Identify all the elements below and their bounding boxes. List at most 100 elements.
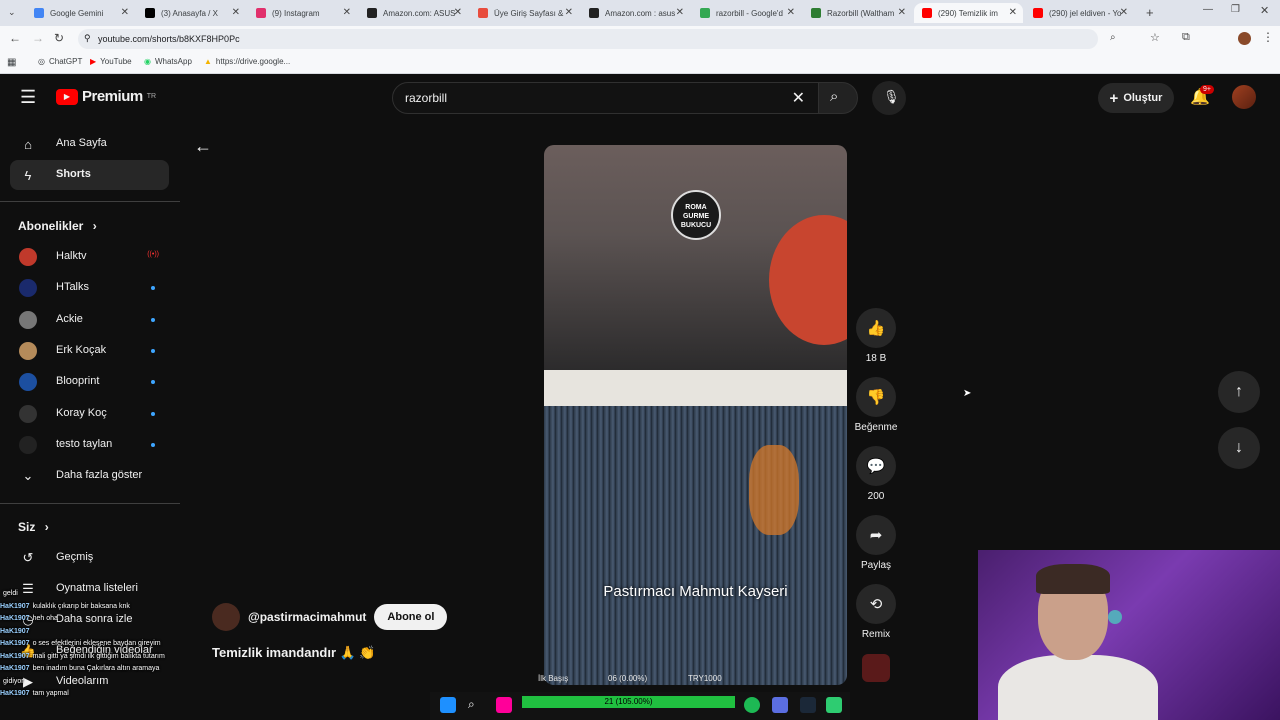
tab-favicon-icon	[922, 8, 932, 18]
sidebar-subscription[interactable]: Ackie	[10, 305, 169, 335]
sound-thumbnail[interactable]	[862, 654, 890, 682]
browser-tab[interactable]: Amazon.com: ASUS ✕	[359, 3, 468, 23]
new-content-dot	[151, 380, 155, 385]
close-tab-icon[interactable]: ✕	[898, 7, 906, 18]
zoom-icon[interactable]: ⌕	[1110, 32, 1116, 43]
webcam-hair	[1036, 564, 1110, 594]
close-tab-icon[interactable]: ✕	[676, 7, 684, 18]
subscriptions-heading[interactable]: Abonelikler ›	[18, 219, 97, 233]
you-heading[interactable]: Siz ›	[18, 520, 49, 534]
reload-icon[interactable]: ↻	[54, 31, 64, 45]
back-icon[interactable]: ←	[9, 31, 21, 45]
close-window-button[interactable]: ✕	[1260, 4, 1269, 17]
sidebar-subscription[interactable]: Erk Koçak	[10, 336, 169, 366]
xbox-icon[interactable]	[826, 697, 842, 713]
browser-tab[interactable]: (290) jel eldiven - Yo ✕	[1025, 3, 1134, 23]
back-arrow-icon[interactable]: ←	[194, 136, 212, 157]
avatar	[19, 404, 37, 423]
forward-icon[interactable]: →	[32, 31, 44, 45]
close-tab-icon[interactable]: ✕	[565, 7, 573, 18]
tab-title: (290) jel eldiven - Yo	[1049, 8, 1122, 18]
clear-search-icon[interactable]: ✕	[792, 88, 805, 108]
subscription-name: Ackie	[56, 312, 83, 325]
close-tab-icon[interactable]: ✕	[1120, 7, 1128, 18]
channel-avatar	[19, 404, 37, 423]
remix-button[interactable]: ⟲ Remix	[853, 584, 899, 640]
close-tab-icon[interactable]: ✕	[454, 7, 462, 18]
share-button[interactable]: ➦ Paylaş	[853, 515, 899, 571]
close-tab-icon[interactable]: ✕	[787, 7, 795, 18]
close-tab-icon[interactable]: ✕	[343, 7, 351, 18]
sidebar-subscription[interactable]: testo taylan	[10, 430, 169, 460]
arrow-down-icon: ↓	[1235, 439, 1243, 456]
close-tab-icon[interactable]: ✕	[121, 7, 129, 18]
url-text: youtube.com/shorts/b8KXF8HP0Pc	[98, 34, 240, 44]
sidebar-item-shorts[interactable]: ϟ Shorts	[10, 160, 169, 190]
sidebar-subscription[interactable]: Blooprint	[10, 367, 169, 397]
bookmark-chatgpt[interactable]: ◎ ChatGPT	[38, 57, 82, 66]
chat-username: HaK1907	[0, 665, 30, 672]
overlay-stat-mid: 06 (0.00%)	[608, 674, 648, 683]
share-icon: ➦	[856, 515, 896, 555]
hamburger-menu-icon[interactable]: ☰	[20, 87, 36, 108]
maximize-button[interactable]: ❐	[1231, 4, 1240, 15]
bookmark-whatsapp[interactable]: ◉ WhatsApp	[144, 57, 192, 66]
shorts-video-player[interactable]: ROMA GURME BUKUCU Pastırmacı Mahmut Kays…	[544, 145, 847, 685]
notifications-button[interactable]: 🔔 9+	[1190, 85, 1214, 107]
spotify-icon[interactable]	[744, 697, 760, 713]
minimize-button[interactable]: —	[1203, 4, 1213, 15]
search-icon[interactable]: ⌕	[468, 697, 484, 713]
profile-avatar[interactable]	[1238, 32, 1251, 45]
bookmark-youtube[interactable]: ▶ YouTube	[90, 57, 132, 66]
browser-tab[interactable]: Amazon.com : asus ✕	[581, 3, 690, 23]
close-tab-icon[interactable]: ✕	[232, 7, 240, 18]
channel-avatar[interactable]	[212, 603, 240, 631]
close-tab-icon[interactable]: ✕	[1009, 7, 1017, 18]
url-field[interactable]: ⚲ youtube.com/shorts/b8KXF8HP0Pc	[78, 29, 1098, 49]
show-more-button[interactable]: ⌄ Daha fazla göster	[10, 461, 169, 491]
bookmarks-bar: ▦ ◎ ChatGPT ▶ YouTube ◉ WhatsApp ▲ https://d…	[0, 52, 1280, 74]
previous-short-button[interactable]: ↑	[1218, 371, 1260, 413]
browser-tab[interactable]: Razorbill (Waltham ✕	[803, 3, 912, 23]
bookmark-star-icon[interactable]: ☆	[1150, 31, 1160, 44]
windows-start-icon[interactable]	[440, 697, 456, 713]
subscribe-button[interactable]: Abone ol	[374, 604, 448, 630]
subscription-name: Blooprint	[56, 375, 100, 388]
account-avatar[interactable]	[1232, 85, 1256, 109]
browser-tab[interactable]: razorbill - Google'd ✕	[692, 3, 801, 23]
like-button[interactable]: 👍 18 B	[853, 308, 899, 364]
browser-tab[interactable]: (290) Temizlik im ✕	[914, 3, 1023, 23]
dislike-button[interactable]: 👎 Beğenme	[853, 377, 899, 433]
sidebar-item-history[interactable]: ↺ Geçmiş	[10, 543, 169, 573]
copilot-icon[interactable]	[496, 697, 512, 713]
browser-tab[interactable]: Üye Giriş Sayfası & ✕	[470, 3, 579, 23]
browser-tab[interactable]: Google Gemini ✕	[26, 3, 135, 23]
youtube-logo[interactable]: ▶ Premium TR	[56, 88, 156, 105]
chat-text: heh oha	[32, 615, 58, 622]
channel-name[interactable]: @pastirmacimahmut	[248, 610, 366, 624]
voice-search-button[interactable]: 🎙	[872, 81, 906, 115]
chat-username: HaK1907	[0, 640, 30, 647]
new-tab-button[interactable]: +	[1146, 5, 1154, 20]
next-short-button[interactable]: ↓	[1218, 427, 1260, 469]
browser-tab[interactable]: (3) Anasayfa / X ✕	[137, 3, 246, 23]
steam-icon[interactable]	[800, 697, 816, 713]
browser-tab[interactable]: (9) Instagram ✕	[248, 3, 357, 23]
tab-favicon-icon	[367, 8, 377, 18]
create-button[interactable]: + Oluştur	[1098, 83, 1174, 113]
search-input[interactable]: razorbill ✕	[392, 82, 820, 114]
site-info-icon[interactable]: ⚲	[84, 33, 91, 44]
sidebar-subscription[interactable]: Halktv ((•))	[10, 242, 169, 272]
extensions-icon[interactable]: ⧉	[1182, 31, 1190, 44]
chat-username: HaK1907	[0, 652, 30, 660]
comments-button[interactable]: 💬 200	[853, 446, 899, 502]
sidebar-subscription[interactable]: Koray Koç	[10, 399, 169, 429]
browser-menu-icon[interactable]: ⋮	[1262, 30, 1274, 44]
tab-search-icon[interactable]: ⌄	[8, 7, 16, 18]
apps-grid-icon[interactable]: ▦	[7, 57, 16, 68]
search-button[interactable]: ⌕	[818, 82, 858, 114]
discord-icon[interactable]	[772, 697, 788, 713]
sidebar-item-home[interactable]: ⌂ Ana Sayfa	[10, 129, 169, 159]
bookmark-drive[interactable]: ▲ https://drive.google...	[204, 57, 290, 66]
sidebar-subscription[interactable]: HTalks	[10, 273, 169, 303]
